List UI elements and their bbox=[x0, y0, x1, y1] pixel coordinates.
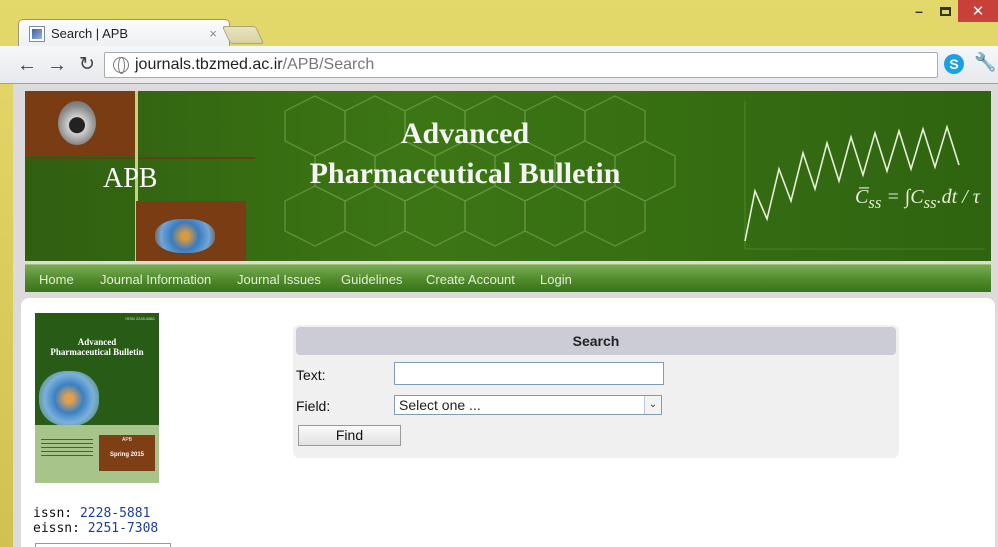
issn-line: issn: 2228-5881 bbox=[33, 506, 150, 521]
field-select[interactable]: Select one ... ⌄ bbox=[394, 395, 662, 415]
tab-search-apb[interactable]: Search | APB × bbox=[18, 19, 230, 46]
search-text-input[interactable] bbox=[394, 362, 664, 385]
cover-box-label: APB bbox=[121, 437, 132, 443]
text-label: Text: bbox=[296, 367, 326, 383]
browser-toolbar: ← → ↻ journals.tbzmed.ac.ir/APB/Search ☆ bbox=[0, 46, 998, 84]
nav-item-guidelines[interactable]: Guidelines bbox=[341, 272, 402, 287]
close-window-button[interactable]: ✕ bbox=[958, 0, 998, 22]
tab-title: Search | APB bbox=[51, 26, 129, 41]
close-tab-icon[interactable]: × bbox=[209, 26, 217, 41]
eissn-value[interactable]: 2251-7308 bbox=[88, 521, 158, 536]
minimize-button[interactable]: – bbox=[906, 0, 932, 22]
url-text: journals.tbzmed.ac.ir/APB/Search bbox=[135, 56, 374, 74]
banner-short-name: APB bbox=[103, 163, 158, 194]
wrench-icon[interactable]: 🔧 bbox=[974, 52, 996, 73]
favicon-icon bbox=[29, 26, 45, 42]
eissn-line: eissn: 2251-7308 bbox=[33, 521, 158, 536]
nav-item-login[interactable]: Login bbox=[540, 272, 572, 287]
find-button[interactable]: Find bbox=[298, 425, 401, 446]
chevron-down-icon[interactable]: ⌄ bbox=[644, 396, 661, 414]
url-path: /APB/Search bbox=[282, 56, 375, 73]
url-domain: journals.tbzmed.ac.ir bbox=[135, 56, 283, 73]
address-bar[interactable]: journals.tbzmed.ac.ir/APB/Search ☆ bbox=[104, 52, 938, 78]
banner-title-line2: Pharmaceutical Bulletin bbox=[309, 157, 621, 190]
field-label: Field: bbox=[296, 398, 331, 414]
forward-arrow-icon[interactable]: → bbox=[46, 54, 68, 76]
back-arrow-icon[interactable]: ← bbox=[16, 54, 38, 76]
maximize-icon bbox=[939, 6, 951, 16]
cover-title-line1: Advanced bbox=[77, 337, 117, 347]
eissn-label: eissn: bbox=[33, 521, 80, 536]
issn-label: issn: bbox=[33, 506, 73, 521]
browser-window: Search | APB × – ✕ ← → ↻ journals.tbzmed… bbox=[0, 0, 998, 547]
formula-graphic: C̅ss = ∫Css.dt / τ bbox=[855, 186, 980, 212]
nanoparticle-image-icon bbox=[155, 219, 215, 253]
reload-icon[interactable]: ↻ bbox=[76, 54, 98, 76]
banner-title-line1: Advanced bbox=[400, 117, 530, 150]
concentration-curve-graphic bbox=[744, 101, 985, 250]
journal-cover-image[interactable]: ISSN 2228-5881 Advanced Pharmaceutical B… bbox=[35, 313, 159, 483]
cover-season: Spring 2015 bbox=[109, 452, 144, 458]
search-heading: Search bbox=[296, 327, 896, 355]
nav-item-create-account[interactable]: Create Account bbox=[426, 272, 515, 287]
sidebar-box-partial bbox=[35, 543, 171, 547]
maximize-button[interactable] bbox=[932, 0, 958, 22]
nav-item-journal-issues[interactable]: Journal Issues bbox=[237, 272, 321, 287]
main-content: ISSN 2228-5881 Advanced Pharmaceutical B… bbox=[21, 298, 995, 547]
globe-icon bbox=[113, 57, 129, 74]
cover-illustration bbox=[39, 371, 99, 426]
nav-item-home[interactable]: Home bbox=[39, 272, 74, 287]
cover-issn-print: ISSN 2228-5881 bbox=[125, 316, 155, 321]
issn-value[interactable]: 2228-5881 bbox=[80, 506, 150, 521]
banner-divider-horizontal bbox=[25, 157, 255, 159]
nav-item-journal-information[interactable]: Journal Information bbox=[100, 272, 211, 287]
main-navigation: Home Journal Information Journal Issues … bbox=[25, 264, 991, 292]
new-tab-button[interactable] bbox=[221, 26, 265, 44]
skype-icon[interactable]: S bbox=[944, 54, 964, 74]
cover-title-line2: Pharmaceutical Bulletin bbox=[50, 347, 144, 357]
web-page: APB Advanced Pharmaceutical Bulletin C̅s… bbox=[13, 84, 998, 547]
tab-strip: Search | APB × – ✕ bbox=[0, 0, 998, 46]
search-panel: Search Text: Field: Select one ... ⌄ Fin… bbox=[293, 325, 899, 458]
field-select-value: Select one ... bbox=[399, 397, 481, 413]
cover-text-lines bbox=[41, 439, 93, 459]
cell-image-icon bbox=[58, 101, 96, 145]
site-banner: APB Advanced Pharmaceutical Bulletin C̅s… bbox=[25, 91, 991, 261]
